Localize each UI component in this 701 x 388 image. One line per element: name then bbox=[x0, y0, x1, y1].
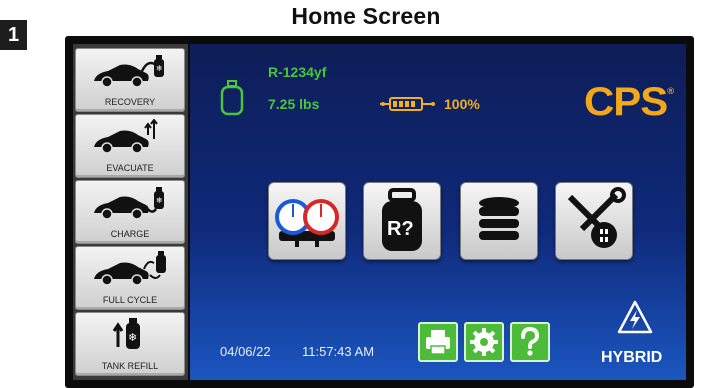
sidebar-item-label: EVACUATE bbox=[106, 163, 154, 173]
sidebar-item-evacuate[interactable]: EVACUATE bbox=[75, 114, 185, 178]
car-evacuate-icon bbox=[94, 119, 158, 154]
cps-logo: CPS® bbox=[584, 80, 674, 124]
wrench-screwdriver-icon bbox=[567, 187, 626, 248]
date-display: 04/06/22 bbox=[220, 344, 271, 359]
sidebar-item-label: TANK REFILL bbox=[101, 361, 159, 371]
database-icon bbox=[479, 197, 519, 240]
sidebar-item-full-cycle[interactable]: FULL CYCLE bbox=[75, 246, 185, 310]
car-full-cycle-icon bbox=[94, 251, 166, 286]
sidebar-item-charge[interactable]: ❄ CHARGE bbox=[75, 180, 185, 244]
tank-refill-icon: ❄ bbox=[112, 318, 140, 349]
time-display: 11:57:43 AM bbox=[302, 344, 375, 359]
hybrid-label: HYBRID bbox=[601, 349, 663, 366]
question-mark-icon bbox=[521, 326, 540, 356]
sidebar-item-tank-refill[interactable]: ❄ TANK REFILL bbox=[75, 312, 185, 376]
car-recovery-icon: ❄ bbox=[94, 55, 164, 88]
service-tools-tile[interactable] bbox=[555, 182, 633, 260]
refrigerant-tank-question-icon: R? bbox=[382, 188, 422, 251]
refrigerant-weight: 7.25 lbs bbox=[268, 96, 320, 112]
svg-text:❄: ❄ bbox=[156, 196, 163, 205]
print-button[interactable] bbox=[418, 322, 458, 362]
main-screen: R-1234yf 7.25 lbs 100% CPS® R? 04/06/22 … bbox=[190, 44, 686, 380]
battery-icon bbox=[380, 97, 435, 111]
help-button[interactable] bbox=[510, 322, 550, 362]
refrigerant-id-tile[interactable]: R? bbox=[363, 182, 441, 260]
svg-text:R?: R? bbox=[387, 218, 414, 240]
sidebar-item-label: RECOVERY bbox=[104, 97, 156, 107]
sidebar: ❄ RECOVERY EVACUATE ❄ CHARGE FULL CYCLE … bbox=[73, 44, 188, 380]
car-charge-icon: ❄ bbox=[94, 187, 164, 220]
printer-icon bbox=[426, 330, 450, 355]
sidebar-item-label: FULL CYCLE bbox=[102, 295, 158, 305]
sidebar-item-recovery[interactable]: ❄ RECOVERY bbox=[75, 48, 185, 112]
refrigerant-type: R-1234yf bbox=[268, 64, 327, 80]
manifold-gauges-icon bbox=[275, 199, 339, 247]
database-tile[interactable] bbox=[460, 182, 538, 260]
figure-title: Home Screen bbox=[291, 3, 441, 29]
sidebar-item-label: CHARGE bbox=[110, 229, 150, 239]
gear-icon bbox=[470, 328, 498, 356]
hybrid-warning-icon bbox=[617, 300, 653, 334]
settings-button[interactable] bbox=[464, 322, 504, 362]
gauges-tile[interactable] bbox=[268, 182, 346, 260]
refrigerant-tank-icon bbox=[220, 80, 244, 116]
step-number-badge: 1 bbox=[0, 20, 27, 50]
svg-text:❄: ❄ bbox=[128, 331, 137, 344]
battery-percent: 100% bbox=[444, 96, 480, 112]
svg-text:❄: ❄ bbox=[156, 64, 163, 73]
